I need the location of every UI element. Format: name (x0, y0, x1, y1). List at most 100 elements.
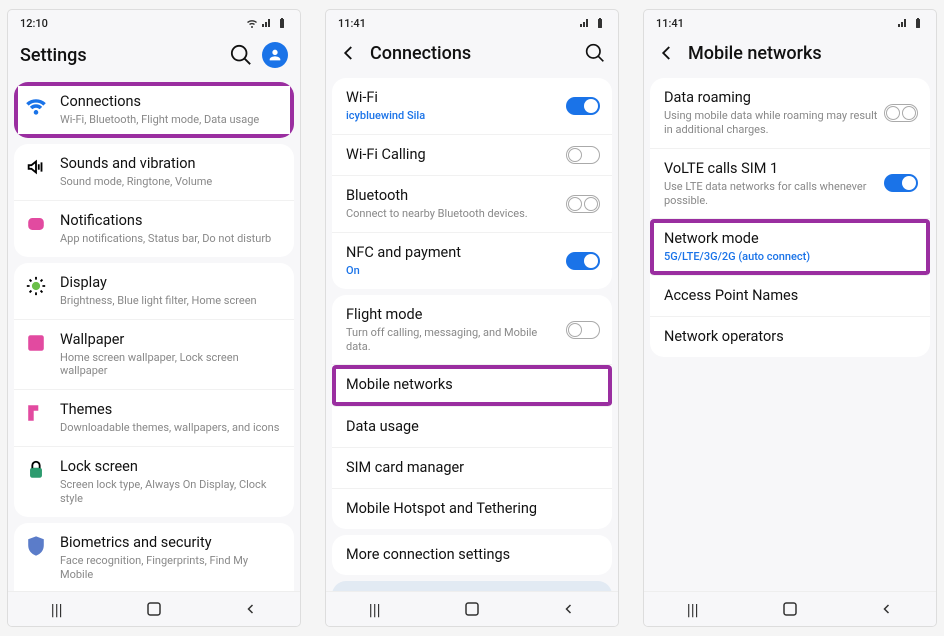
toggle-roaming[interactable] (884, 104, 918, 122)
row-subtitle: Using mobile data while roaming may resu… (664, 109, 882, 137)
row-datausage[interactable]: Data usage (332, 407, 612, 448)
settings-group: Flight modeTurn off calling, messaging, … (332, 295, 612, 529)
row-title: Notifications (60, 212, 282, 230)
row-subtitle: Downloadable themes, wallpapers, and ico… (60, 421, 282, 435)
row-title: Network mode (664, 230, 918, 248)
status-time: 12:10 (20, 17, 48, 30)
row-roaming[interactable]: Data roamingUsing mobile data while roam… (650, 78, 930, 149)
row-subtitle: Home screen wallpaper, Lock screen wallp… (60, 351, 282, 379)
nav-recents[interactable]: ||| (46, 598, 68, 620)
status-icons-right (579, 17, 606, 29)
row-volte[interactable]: VoLTE calls SIM 1 Use LTE data networks f… (650, 149, 930, 220)
chevron-left-icon (340, 44, 358, 62)
nav-back[interactable] (240, 598, 262, 620)
row-operators[interactable]: Network operators (650, 317, 930, 357)
nav-recents[interactable]: ||| (682, 598, 704, 620)
row-nfc[interactable]: NFC and paymentOn (332, 233, 612, 289)
nav-back[interactable] (558, 598, 580, 620)
row-title: VoLTE calls SIM 1 (664, 160, 882, 178)
row-title: Data usage (346, 418, 600, 436)
nav-home[interactable] (461, 598, 483, 620)
row-themes[interactable]: ThemesDownloadable themes, wallpapers, a… (14, 390, 294, 447)
row-wificalling[interactable]: Wi-Fi Calling (332, 135, 612, 176)
row-wallpaper[interactable]: WallpaperHome screen wallpaper, Lock scr… (14, 320, 294, 391)
row-subtitle: Turn off calling, messaging, and Mobile … (346, 326, 564, 354)
row-notifications[interactable]: NotificationsApp notifications, Status b… (14, 201, 294, 257)
row-sim[interactable]: SIM card manager (332, 448, 612, 489)
chevron-left-icon (245, 603, 257, 615)
title-bar: Settings (8, 34, 300, 76)
toggle-flightmode[interactable] (566, 321, 600, 339)
row-subtitle: Connect to nearby Bluetooth devices. (346, 207, 564, 221)
nav-home[interactable] (143, 598, 165, 620)
battery-icon (276, 17, 288, 29)
nav-recents[interactable]: ||| (364, 598, 386, 620)
row-more[interactable]: More connection settings (332, 535, 612, 575)
status-bar: 11:41 (326, 10, 618, 34)
settings-group: Wi-Fiicybluewind Sila Wi-Fi Calling Blueto… (332, 78, 612, 289)
status-time: 11:41 (338, 17, 366, 30)
row-subtitle: Wi-Fi, Bluetooth, Flight mode, Data usag… (60, 113, 282, 127)
search-icon (585, 43, 605, 63)
toggle-wificalling[interactable] (566, 146, 600, 164)
row-title: Mobile networks (346, 376, 600, 394)
settings-group: More connection settings (332, 535, 612, 575)
search-button[interactable] (584, 42, 606, 64)
square-icon (781, 600, 799, 618)
settings-group: ConnectionsWi-Fi, Bluetooth, Flight mode… (14, 82, 294, 138)
row-connections[interactable]: ConnectionsWi-Fi, Bluetooth, Flight mode… (14, 82, 294, 138)
row-sounds[interactable]: Sounds and vibration Sound mode, Ringtone… (14, 144, 294, 201)
signal-icon (261, 17, 273, 29)
nav-back[interactable] (876, 598, 898, 620)
screen-mobile-networks: 11:41 Mobile networks Data roamingUsing … (644, 10, 936, 626)
row-wifi[interactable]: Wi-Fiicybluewind Sila (332, 78, 612, 135)
toggle-nfc[interactable] (566, 252, 600, 270)
row-mobilenetworks[interactable]: Mobile networks (332, 365, 612, 406)
signal-icon (897, 17, 909, 29)
suggest-box: Looking for something else?Samsung Cloud… (332, 581, 612, 591)
back-button[interactable] (338, 42, 360, 64)
row-title: Biometrics and security (60, 534, 282, 552)
search-button[interactable] (230, 44, 252, 66)
row-title: Sounds and vibration (60, 155, 282, 173)
nav-bar: ||| (644, 591, 936, 626)
battery-icon (594, 17, 606, 29)
row-title: SIM card manager (346, 459, 600, 477)
screen-connections: 11:41 Connections Wi-Fiicybluewind SilaW… (326, 10, 618, 626)
person-icon (267, 47, 283, 63)
toggle-volte[interactable] (884, 174, 918, 192)
chevron-left-icon (881, 603, 893, 615)
row-title: Wi-Fi (346, 89, 564, 107)
row-subtitle: Sound mode, Ringtone, Volume (60, 175, 282, 189)
toggle-wifi[interactable] (566, 97, 600, 115)
row-hotspot[interactable]: Mobile Hotspot and Tethering (332, 489, 612, 529)
toggle-bluetooth[interactable] (566, 195, 600, 213)
chevron-left-icon (658, 44, 676, 62)
battery-icon (912, 17, 924, 29)
row-flightmode[interactable]: Flight modeTurn off calling, messaging, … (332, 295, 612, 366)
display-icon (24, 274, 48, 298)
row-subtitle: Brightness, Blue light filter, Home scre… (60, 294, 282, 308)
three-screens-container: 12:10 Settings ConnectionsWi-Fi, Bluetoo… (0, 0, 944, 636)
row-biometrics[interactable]: Biometrics and securityFace recognition,… (14, 523, 294, 591)
settings-group: Sounds and vibration Sound mode, Ringtone… (14, 144, 294, 257)
nav-home[interactable] (779, 598, 801, 620)
row-subtitle: Use LTE data networks for calls whenever… (664, 180, 882, 208)
row-subtitle: On (346, 264, 564, 278)
back-button[interactable] (656, 42, 678, 64)
mobile-networks-list: Data roamingUsing mobile data while roam… (644, 72, 936, 591)
settings-group: Biometrics and securityFace recognition,… (14, 523, 294, 591)
row-lockscreen[interactable]: Lock screenScreen lock type, Always On D… (14, 447, 294, 517)
row-display[interactable]: DisplayBrightness, Blue light filter, Ho… (14, 263, 294, 320)
row-apn[interactable]: Access Point Names (650, 276, 930, 317)
status-bar: 12:10 (8, 10, 300, 34)
square-icon (463, 600, 481, 618)
settings-group: DisplayBrightness, Blue light filter, Ho… (14, 263, 294, 517)
profile-avatar[interactable] (262, 42, 288, 68)
notif-icon (24, 212, 48, 236)
status-icons-right (897, 17, 924, 29)
row-title: Network operators (664, 328, 918, 346)
row-netmode[interactable]: Network mode5G/LTE/3G/2G (auto connect) (650, 219, 930, 276)
row-bluetooth[interactable]: BluetoothConnect to nearby Bluetooth dev… (332, 176, 612, 233)
row-title: Wi-Fi Calling (346, 146, 564, 164)
